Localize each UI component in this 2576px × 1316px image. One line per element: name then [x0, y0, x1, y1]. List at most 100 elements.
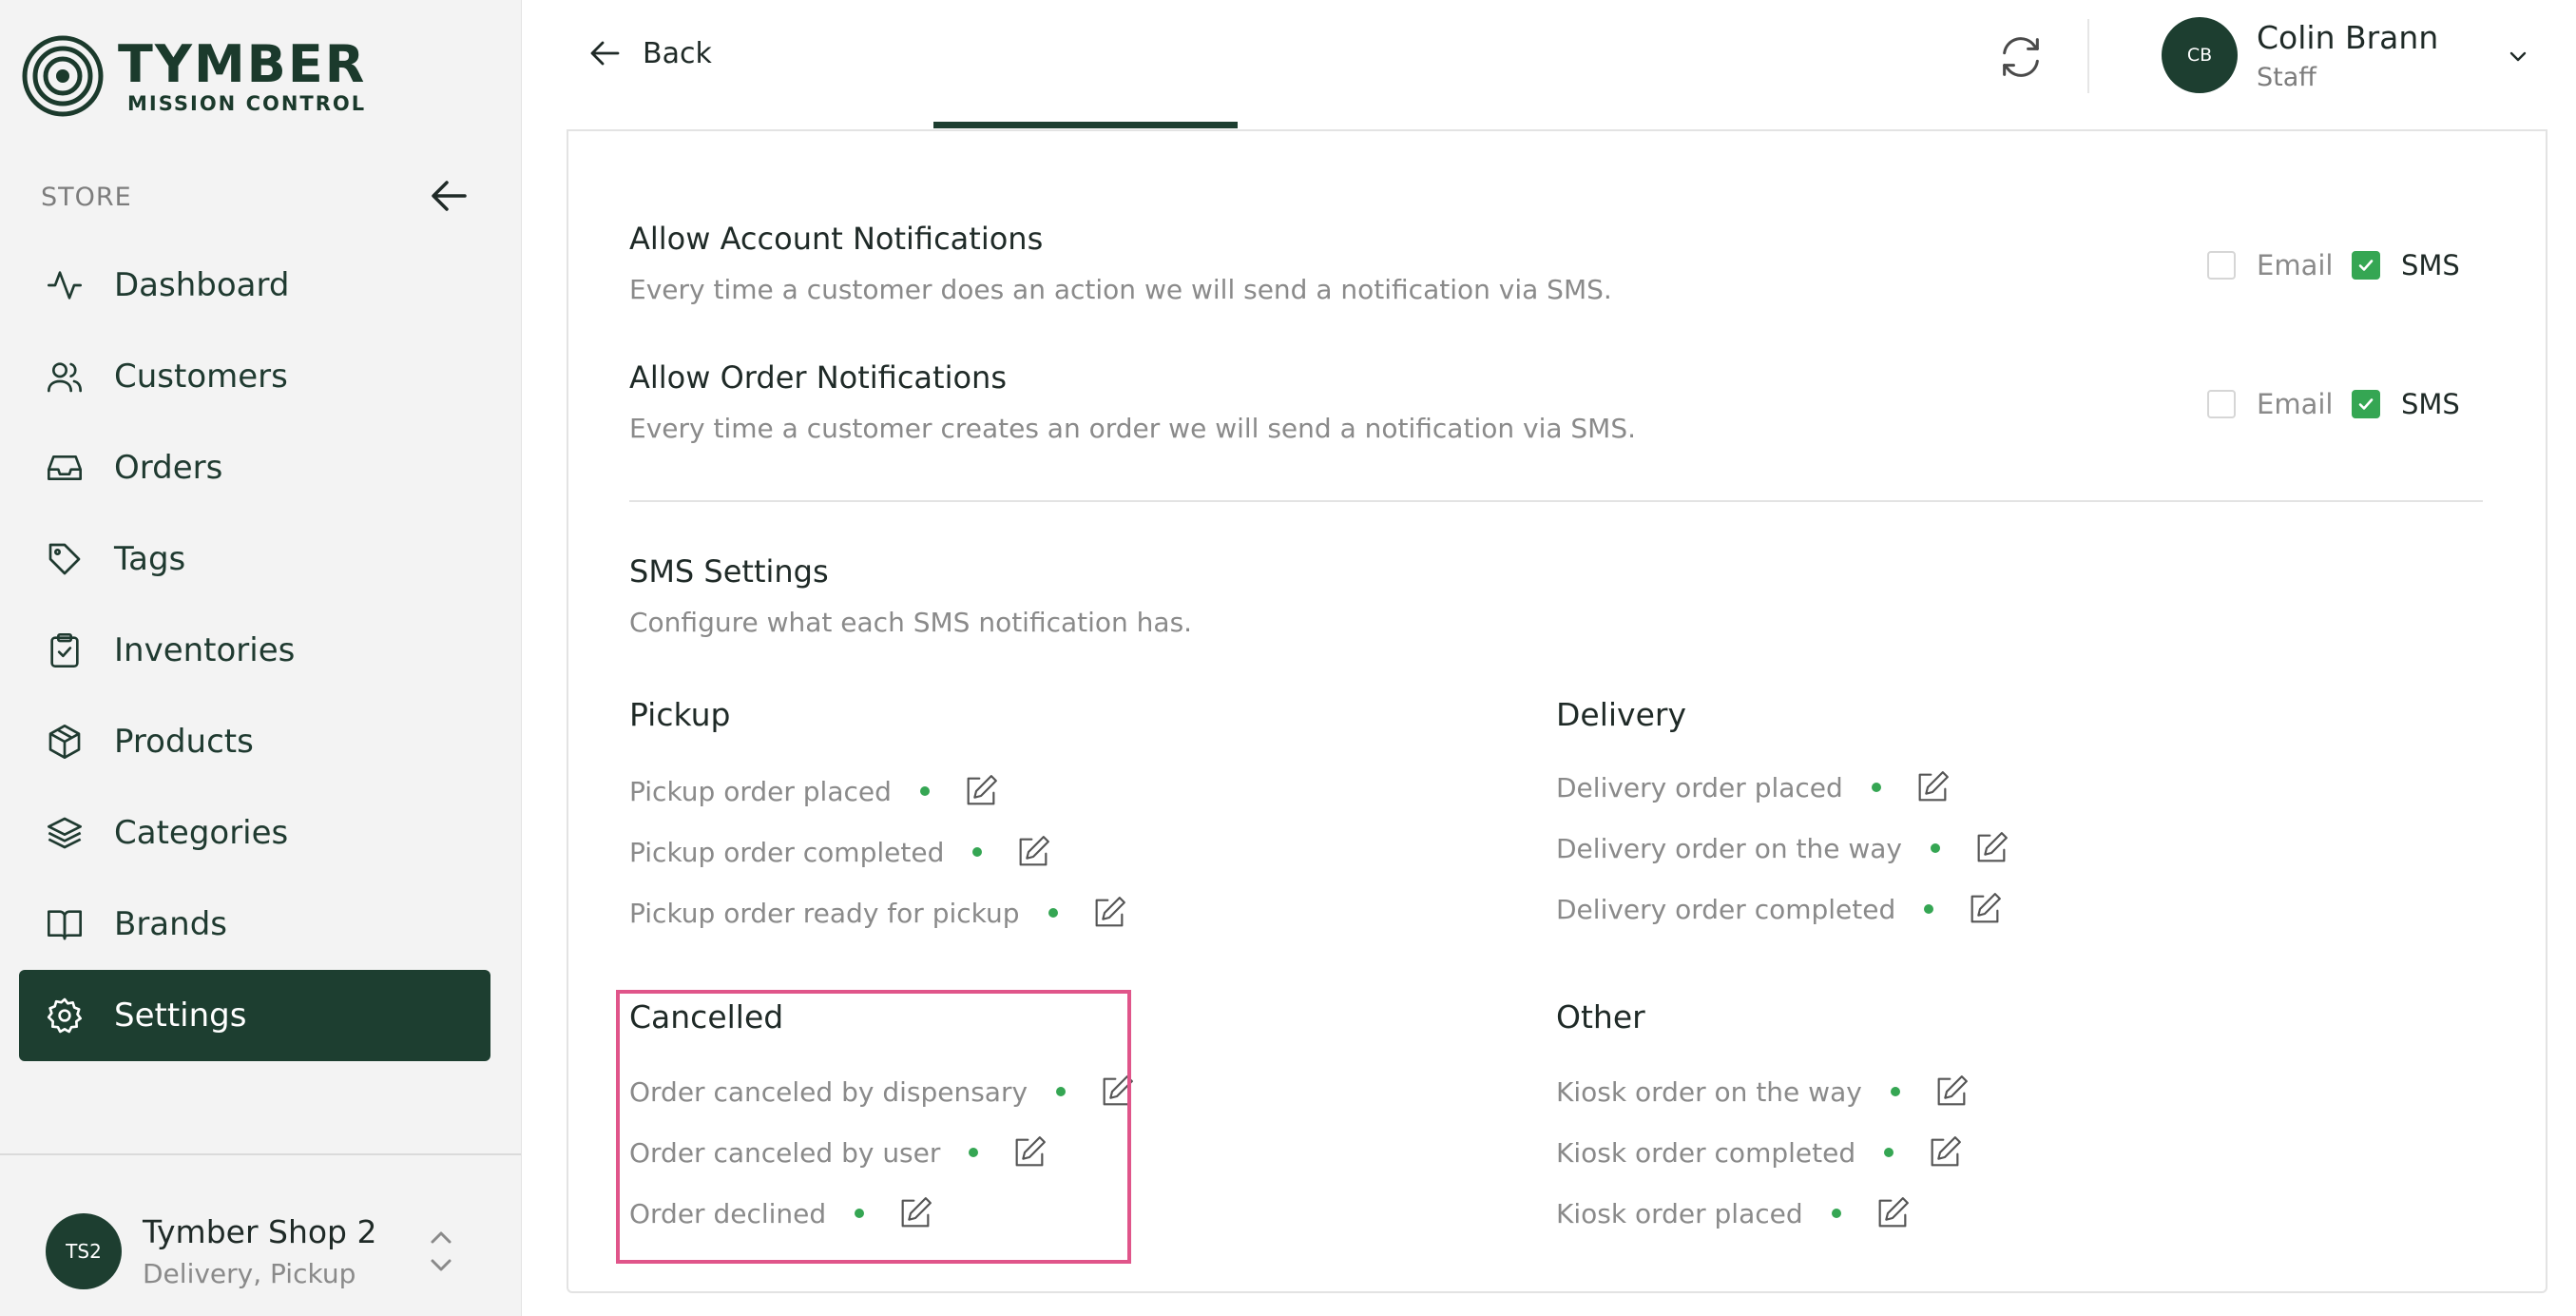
sidebar-nav: Dashboard Customers Orders Tags Inventor… — [19, 240, 490, 1061]
sidebar-item-label: Settings — [114, 997, 247, 1035]
sidebar-item-categories[interactable]: Categories — [19, 787, 490, 879]
arrow-left-icon — [590, 41, 620, 66]
shop-modes: Delivery, Pickup — [143, 1258, 356, 1289]
edit-icon[interactable] — [1932, 1073, 1970, 1111]
order-email-checkbox[interactable]: Email — [2207, 388, 2333, 420]
sidebar: TYMBER MISSION CONTROL STORE Dashboard C… — [0, 0, 522, 1316]
edit-icon[interactable] — [1972, 829, 2010, 867]
sidebar-item-products[interactable]: Products — [19, 696, 490, 787]
brand-logo[interactable]: TYMBER MISSION CONTROL — [21, 34, 366, 118]
edit-icon[interactable] — [1090, 894, 1128, 932]
edit-icon[interactable] — [1926, 1133, 1964, 1171]
activity-icon — [44, 264, 86, 306]
sms-template-item: Pickup order ready for pickup — [629, 894, 1128, 932]
status-dot — [972, 847, 983, 857]
checkbox-box[interactable] — [2207, 251, 2236, 280]
sidebar-item-settings[interactable]: Settings — [19, 970, 490, 1061]
sidebar-section-label: STORE — [41, 183, 132, 212]
order-sms-checkbox[interactable]: SMS — [2352, 388, 2460, 420]
user-name[interactable]: Colin Brann — [2257, 19, 2438, 56]
tab-bar-border — [567, 129, 2546, 131]
template-label: Kiosk order on the way — [1556, 1075, 1862, 1108]
user-role: Staff — [2257, 63, 2316, 92]
sms-template-item: Pickup order placed — [629, 772, 1000, 810]
sidebar-item-customers[interactable]: Customers — [19, 331, 490, 422]
checkbox-label: Email — [2257, 249, 2334, 281]
order-notifications-description: Every time a customer creates an order w… — [629, 413, 1637, 444]
template-label: Delivery order completed — [1556, 893, 1896, 925]
other-group-title: Other — [1556, 998, 1645, 1035]
order-notifications-title: Allow Order Notifications — [629, 359, 1007, 396]
back-button[interactable]: Back — [587, 36, 712, 70]
arrow-left-icon — [432, 181, 467, 211]
sms-settings-title: SMS Settings — [629, 553, 829, 590]
template-label: Kiosk order completed — [1556, 1136, 1856, 1169]
template-label: Pickup order placed — [629, 775, 892, 807]
sidebar-item-tags[interactable]: Tags — [19, 513, 490, 605]
edit-icon[interactable] — [1874, 1194, 1912, 1232]
inbox-icon — [44, 447, 86, 489]
checkbox-label: SMS — [2401, 249, 2460, 281]
layers-icon — [44, 812, 86, 854]
check-icon — [2358, 398, 2374, 410]
sidebar-item-dashboard[interactable]: Dashboard — [19, 240, 490, 331]
tymber-logo-icon — [22, 35, 104, 117]
check-icon — [2358, 260, 2374, 271]
book-icon — [44, 903, 86, 945]
status-dot — [1871, 783, 1881, 792]
cancelled-group-highlight — [616, 990, 1131, 1264]
chevron-up-down-icon[interactable] — [424, 1225, 458, 1278]
account-notifications-description: Every time a customer does an action we … — [629, 274, 1612, 305]
checkbox-box[interactable] — [2352, 390, 2380, 418]
sms-template-item: Kiosk order completed — [1556, 1133, 1964, 1171]
sidebar-divider — [0, 1153, 521, 1155]
sms-settings-description: Configure what each SMS notification has… — [629, 607, 1193, 638]
sidebar-item-label: Tags — [114, 540, 186, 578]
account-email-checkbox[interactable]: Email — [2207, 249, 2333, 281]
brand-subtitle: MISSION CONTROL — [127, 91, 367, 115]
account-sms-checkbox[interactable]: SMS — [2352, 249, 2460, 281]
edit-icon[interactable] — [962, 772, 1000, 810]
edit-icon[interactable] — [1913, 768, 1951, 806]
checkbox-box[interactable] — [2352, 251, 2380, 280]
sidebar-item-inventories[interactable]: Inventories — [19, 605, 490, 696]
sidebar-item-label: Brands — [114, 905, 227, 943]
status-dot — [1884, 1148, 1894, 1157]
shop-name: Tymber Shop 2 — [143, 1213, 377, 1250]
chevron-down-icon[interactable] — [2506, 44, 2530, 68]
shop-avatar: TS2 — [46, 1213, 122, 1289]
edit-icon[interactable] — [1014, 833, 1052, 871]
gear-icon — [44, 995, 86, 1036]
delivery-group-title: Delivery — [1556, 696, 1686, 733]
sidebar-item-label: Products — [114, 723, 254, 761]
sidebar-item-orders[interactable]: Orders — [19, 422, 490, 513]
shop-selector[interactable]: TS2 Tymber Shop 2 Delivery, Pickup — [46, 1213, 377, 1289]
user-avatar[interactable]: CB — [2162, 17, 2238, 93]
template-label: Pickup order ready for pickup — [629, 897, 1020, 929]
sms-template-item: Kiosk order placed — [1556, 1194, 1912, 1232]
clipboard-check-icon — [44, 629, 86, 671]
sidebar-item-label: Categories — [114, 814, 289, 852]
edit-icon[interactable] — [1966, 890, 2004, 928]
sidebar-item-brands[interactable]: Brands — [19, 879, 490, 970]
status-dot — [919, 786, 930, 796]
template-label: Delivery order placed — [1556, 771, 1843, 803]
checkbox-box[interactable] — [2207, 390, 2236, 418]
refresh-icon[interactable] — [1996, 32, 2046, 82]
sms-template-item: Delivery order completed — [1556, 890, 2004, 928]
status-dot — [1831, 1209, 1841, 1218]
sidebar-item-label: Inventories — [114, 631, 296, 669]
sidebar-item-label: Orders — [114, 449, 223, 487]
sms-template-item: Delivery order placed — [1556, 768, 1951, 806]
sms-template-item: Kiosk order on the way — [1556, 1073, 1970, 1111]
active-tab-indicator[interactable] — [933, 122, 1238, 128]
users-icon — [44, 356, 86, 397]
collapse-sidebar-button[interactable] — [426, 175, 471, 217]
section-divider — [629, 500, 2483, 502]
sidebar-item-label: Dashboard — [114, 266, 290, 304]
back-label: Back — [643, 36, 712, 70]
checkbox-label: SMS — [2401, 388, 2460, 420]
status-dot — [1048, 908, 1058, 918]
template-label: Kiosk order placed — [1556, 1197, 1803, 1229]
template-label: Delivery order on the way — [1556, 832, 1902, 864]
